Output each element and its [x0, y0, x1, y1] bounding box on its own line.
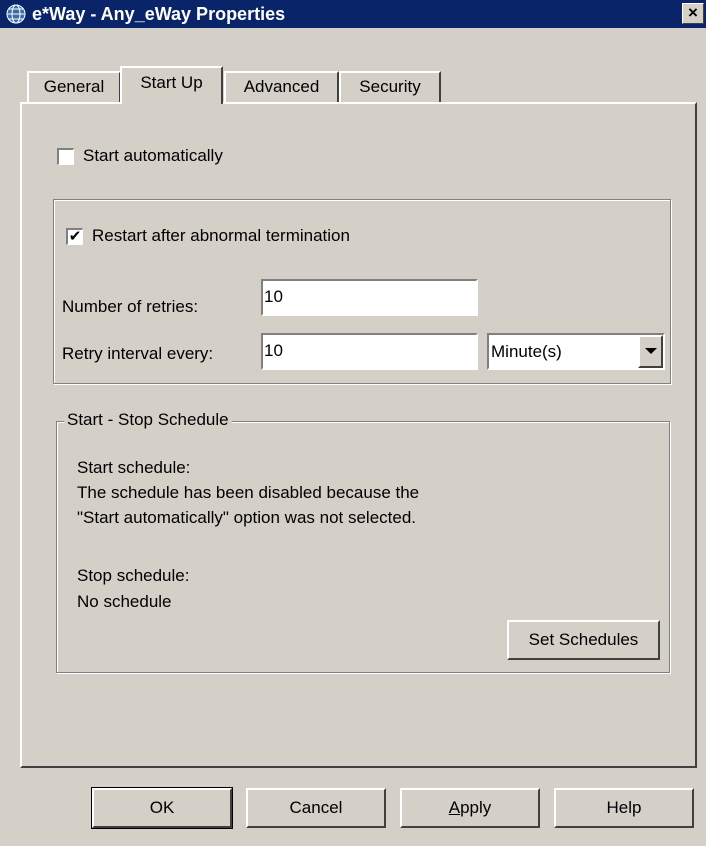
retry-interval-label: Retry interval every:: [62, 344, 214, 363]
set-schedules-button[interactable]: Set Schedules: [507, 620, 660, 660]
tab-general-label: General: [43, 77, 105, 96]
restart-checkbox[interactable]: ✔: [66, 228, 83, 245]
start-automatically-checkbox[interactable]: [57, 148, 74, 165]
tab-general[interactable]: General: [27, 71, 121, 103]
retries-label: Number of retries:: [62, 297, 199, 316]
tab-security[interactable]: Security: [339, 71, 441, 103]
help-button[interactable]: Help: [554, 788, 694, 828]
tab-security-label: Security: [359, 77, 421, 96]
tab-advanced[interactable]: Advanced: [224, 71, 339, 103]
globe-icon: [6, 4, 26, 24]
properties-dialog: e*Way - Any_eWay Properties × General St…: [0, 0, 706, 846]
retry-interval-input[interactable]: 10: [261, 333, 478, 370]
retries-input[interactable]: 10: [261, 279, 478, 316]
apply-button[interactable]: Apply: [400, 788, 540, 828]
stop-schedule-heading: Stop schedule:: [77, 566, 190, 585]
start-automatically-label: Start automatically: [83, 146, 223, 165]
stop-schedule-value: No schedule: [77, 592, 172, 611]
schedule-legend: Start - Stop Schedule: [64, 410, 232, 430]
cancel-button[interactable]: Cancel: [246, 788, 386, 828]
window-title: e*Way - Any_eWay Properties: [32, 4, 286, 24]
start-schedule-heading: Start schedule:: [77, 458, 191, 477]
tab-advanced-label: Advanced: [243, 77, 320, 96]
apply-mnemonic: A: [448, 798, 461, 817]
apply-label-rest: pply: [460, 798, 492, 817]
ok-button[interactable]: OK: [91, 787, 233, 829]
tab-start-up[interactable]: Start Up: [120, 66, 223, 104]
close-button[interactable]: ×: [682, 3, 704, 24]
title-bar: e*Way - Any_eWay Properties ×: [0, 0, 706, 28]
tab-start-up-label: Start Up: [140, 73, 203, 92]
close-icon: ×: [688, 3, 698, 22]
restart-label: Restart after abnormal termination: [92, 226, 350, 245]
start-schedule-line2: "Start automatically" option was not sel…: [77, 508, 417, 527]
interval-unit-select[interactable]: Minute(s): [487, 333, 665, 370]
chevron-down-icon[interactable]: [638, 335, 663, 368]
interval-unit-value: Minute(s): [491, 342, 562, 361]
start-schedule-line1: The schedule has been disabled because t…: [77, 483, 420, 502]
checkmark-icon: ✔: [68, 228, 82, 245]
